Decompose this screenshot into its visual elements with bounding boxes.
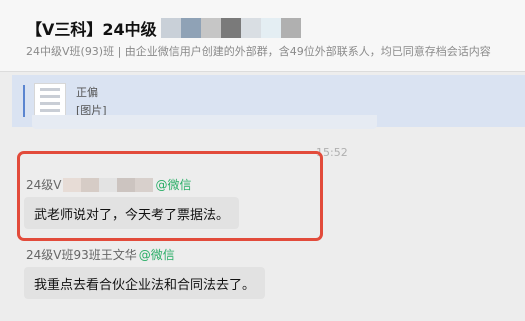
sender-name: 24级V bbox=[26, 178, 62, 192]
mosaic-tile bbox=[63, 177, 82, 192]
mosaic-tile bbox=[99, 177, 118, 192]
quoted-text: 正偏 bbox=[76, 86, 98, 99]
document-icon bbox=[34, 83, 66, 119]
message-bubble-1[interactable]: 武老师说对了，今天考了票据法。 bbox=[24, 197, 240, 229]
message-sender-1[interactable]: 24级V @微信 bbox=[26, 176, 192, 193]
group-description: 24中级V班(93)班 | 由企业微信用户创建的外部群，含49位外部联系人，均已… bbox=[26, 45, 491, 58]
mosaic-tile bbox=[280, 18, 301, 38]
title-redacted-mosaic bbox=[160, 18, 301, 38]
wechat-tag: @微信 bbox=[155, 178, 192, 192]
mosaic-tile bbox=[180, 18, 201, 38]
wechat-tag: @微信 bbox=[138, 248, 175, 262]
mosaic-tile bbox=[81, 177, 100, 192]
group-title-row[interactable]: 【V三科】24中级 bbox=[26, 16, 301, 40]
mosaic-tile bbox=[160, 18, 181, 38]
mosaic-tile bbox=[260, 18, 281, 38]
mosaic-tile bbox=[240, 18, 261, 38]
mosaic-tile bbox=[117, 177, 136, 192]
chat-header: 【V三科】24中级 24中级V班(93)班 | 由企业微信用户创建的外部群，含4… bbox=[0, 0, 525, 72]
quote-accent-bar bbox=[23, 85, 25, 117]
sender-redacted-mosaic bbox=[63, 177, 154, 192]
message-bubble-2[interactable]: 我重点去看合伙企业法和合同法去了。 bbox=[24, 267, 266, 299]
quoted-message-card[interactable]: 正偏 [图片] bbox=[12, 75, 525, 129]
mosaic-tile bbox=[135, 177, 154, 192]
message-sender-2[interactable]: 24级V班93班王文华 @微信 bbox=[26, 246, 175, 263]
mosaic-tile bbox=[220, 18, 241, 38]
group-title: 【V三科】24中级 bbox=[26, 20, 157, 39]
sender-name: 24级V班93班王文华 bbox=[26, 248, 137, 262]
mosaic-tile bbox=[200, 18, 221, 38]
quoted-bubble-edge bbox=[32, 115, 377, 129]
